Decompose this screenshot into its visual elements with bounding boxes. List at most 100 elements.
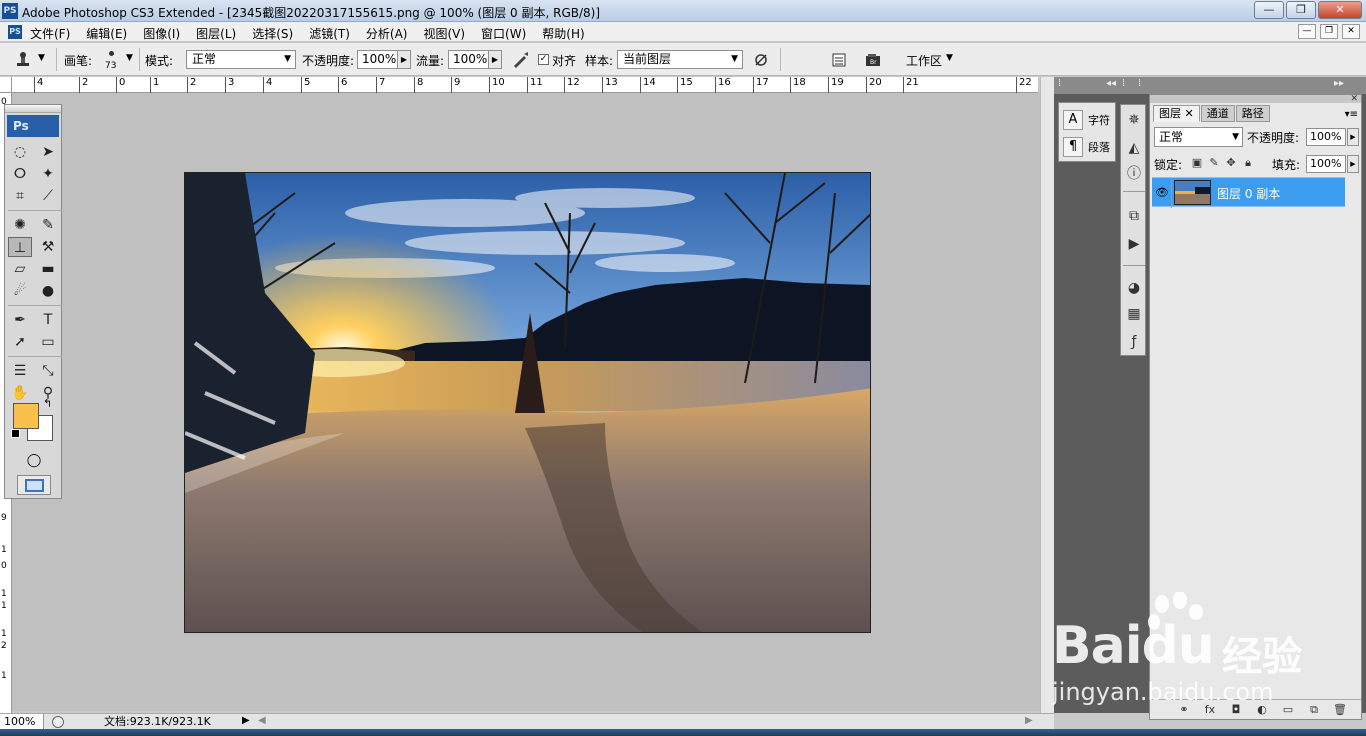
info-icon[interactable]: ⓘ xyxy=(1123,163,1145,185)
panel-menu-icon[interactable]: ▾≡ xyxy=(1345,109,1358,120)
menu-file[interactable]: 文件(F) xyxy=(30,25,70,42)
clone-stamp-tool-icon[interactable]: ⊥ xyxy=(8,237,32,257)
restore-button[interactable]: ❐ xyxy=(1286,1,1316,19)
tab-close-icon[interactable]: ✕ xyxy=(1185,107,1194,120)
expand-right-icon[interactable]: ▸▸ xyxy=(1334,78,1344,89)
document-image-winter-sunset[interactable] xyxy=(184,172,871,633)
screen-mode-button[interactable] xyxy=(17,475,51,495)
scroll-right-icon[interactable]: ▶ xyxy=(1025,715,1033,726)
opacity-input[interactable]: 100% xyxy=(357,50,398,69)
grip-icon[interactable]: ⁞ xyxy=(1122,78,1125,89)
menu-select[interactable]: 选择(S) xyxy=(252,25,293,42)
quick-mask-button[interactable]: ◯ xyxy=(24,453,44,469)
close-button[interactable]: ✕ xyxy=(1318,1,1362,19)
adjustment-layer-icon[interactable]: ◐ xyxy=(1253,703,1271,716)
character-panel-button[interactable]: A 字符 xyxy=(1063,109,1110,131)
lock-position-icon[interactable]: ✥ xyxy=(1224,156,1238,170)
status-menu-arrow-icon[interactable]: ▶ xyxy=(242,715,250,726)
link-layers-icon[interactable]: ⚭ xyxy=(1175,703,1193,716)
tab-layers[interactable]: 图层 ✕ xyxy=(1153,105,1200,122)
doc-close-button[interactable]: ✕ xyxy=(1342,24,1360,39)
magic-wand-tool-icon[interactable]: ✦ xyxy=(36,164,60,184)
scroll-left-icon[interactable]: ◀ xyxy=(258,715,266,726)
tool-preset-arrow-icon[interactable]: ▼ xyxy=(38,53,45,63)
menu-window[interactable]: 窗口(W) xyxy=(481,25,526,42)
mode-select[interactable]: 正常 ▼ xyxy=(186,50,296,69)
path-selection-tool-icon[interactable]: ➚ xyxy=(8,332,32,352)
color-icon[interactable]: ◕ xyxy=(1123,277,1145,299)
paragraph-panel-button[interactable]: ¶ 段落 xyxy=(1063,136,1110,158)
histogram-icon[interactable]: ◭ xyxy=(1123,137,1145,159)
move-tool-icon[interactable]: ➤ xyxy=(36,142,60,162)
menu-analysis[interactable]: 分析(A) xyxy=(366,25,408,42)
vertical-scrollbar[interactable] xyxy=(1040,77,1054,713)
aligned-checkbox[interactable]: ✓ xyxy=(538,54,549,65)
pen-tool-icon[interactable]: ✒ xyxy=(8,310,32,330)
layer-opacity-slider-button[interactable]: ▶ xyxy=(1347,128,1359,146)
ignore-adjustment-layers-icon[interactable] xyxy=(752,51,770,69)
zoom-level-field[interactable]: 100% xyxy=(0,714,44,729)
marquee-tool-icon[interactable]: ◌ xyxy=(8,142,32,162)
layers-panel-handle[interactable] xyxy=(1150,95,1361,103)
document-icon[interactable]: PS xyxy=(8,25,22,39)
menu-help[interactable]: 帮助(H) xyxy=(542,25,584,42)
spot-healing-tool-icon[interactable]: ✺ xyxy=(8,215,32,235)
grip-icon[interactable]: ⁞ xyxy=(1058,78,1061,89)
new-layer-icon[interactable]: ⧉ xyxy=(1305,703,1323,717)
menu-image[interactable]: 图像(I) xyxy=(143,25,180,42)
menu-view[interactable]: 视图(V) xyxy=(423,25,465,42)
horizontal-ruler[interactable]: 4 2 0 1 2 3 4 5 6 7 8 9 10 11 12 13 14 1… xyxy=(12,77,1038,93)
panel-close-icon[interactable]: ✕ xyxy=(1350,94,1358,104)
foreground-color-swatch[interactable] xyxy=(13,403,39,429)
tab-paths[interactable]: 路径 xyxy=(1235,105,1270,122)
menu-filter[interactable]: 滤镜(T) xyxy=(309,25,350,42)
navigator-icon[interactable]: ✵ xyxy=(1123,109,1145,131)
lock-image-icon[interactable]: ✎ xyxy=(1207,156,1221,170)
collapse-left-icon[interactable]: ◂◂ xyxy=(1106,78,1116,89)
tools-panel-handle[interactable] xyxy=(5,105,61,113)
workspace-button[interactable]: 工作区 xyxy=(906,52,942,69)
slice-tool-icon[interactable]: ⟋ xyxy=(36,186,60,206)
flow-slider-button[interactable]: ▶ xyxy=(488,50,502,69)
clone-stamp-tool-icon[interactable] xyxy=(14,51,32,69)
flow-input[interactable]: 100% xyxy=(448,50,489,69)
ruler-origin[interactable] xyxy=(0,77,12,93)
hand-tool-icon[interactable]: ✋ xyxy=(8,383,32,403)
lock-transparency-icon[interactable]: ▣ xyxy=(1190,156,1204,170)
blend-mode-select[interactable]: 正常 ▼ xyxy=(1154,127,1243,147)
doc-restore-button[interactable]: ❐ xyxy=(1320,24,1338,39)
rectangle-tool-icon[interactable]: ▭ xyxy=(36,332,60,352)
crop-tool-icon[interactable]: ⌗ xyxy=(8,186,32,206)
layer-opacity-input[interactable]: 100% xyxy=(1306,128,1346,146)
opacity-slider-button[interactable]: ▶ xyxy=(397,50,411,69)
swap-colors-icon[interactable]: ↰ xyxy=(43,397,52,410)
lasso-tool-icon[interactable]: ⵔ xyxy=(8,164,32,184)
notes-tool-icon[interactable]: ☰ xyxy=(8,361,32,381)
swatches-icon[interactable]: ▦ xyxy=(1123,303,1145,325)
menu-layer[interactable]: 图层(L) xyxy=(196,25,236,42)
layer-mask-icon[interactable]: ◘ xyxy=(1227,703,1245,716)
blur-tool-icon[interactable]: ☄ xyxy=(8,281,32,301)
eraser-tool-icon[interactable]: ▱ xyxy=(8,259,32,279)
default-colors-icon[interactable] xyxy=(11,429,20,438)
new-group-icon[interactable]: ▭ xyxy=(1279,703,1297,716)
bridge-icon[interactable]: Br xyxy=(864,51,882,69)
history-brush-tool-icon[interactable]: ⚒ xyxy=(36,237,60,257)
fill-slider-button[interactable]: ▶ xyxy=(1347,155,1359,173)
actions-icon[interactable]: ▶ xyxy=(1123,233,1145,255)
grip-icon[interactable]: ⁞ xyxy=(1138,78,1141,89)
minimize-button[interactable]: — xyxy=(1254,1,1284,19)
layer-style-icon[interactable]: fx xyxy=(1201,703,1219,716)
gradient-tool-icon[interactable]: ▬ xyxy=(36,259,60,279)
brush-dropdown-arrow-icon[interactable]: ▼ xyxy=(126,53,133,63)
styles-icon[interactable]: ƒ xyxy=(1123,331,1145,353)
type-tool-icon[interactable]: T xyxy=(36,310,60,330)
eyedropper-tool-icon[interactable]: ⤡ xyxy=(36,361,60,381)
history-icon[interactable]: ⧉ xyxy=(1123,205,1145,227)
palette-well-icon[interactable] xyxy=(830,51,848,69)
brush-preset-picker[interactable]: 73 xyxy=(101,48,125,72)
layer-row[interactable]: 👁︎ 图层 0 副本 xyxy=(1152,177,1345,208)
dodge-tool-icon[interactable]: ● xyxy=(36,281,60,301)
workspace-chevron-down-icon[interactable]: ▼ xyxy=(946,53,953,63)
eye-icon[interactable]: 👁︎ xyxy=(1155,186,1169,199)
